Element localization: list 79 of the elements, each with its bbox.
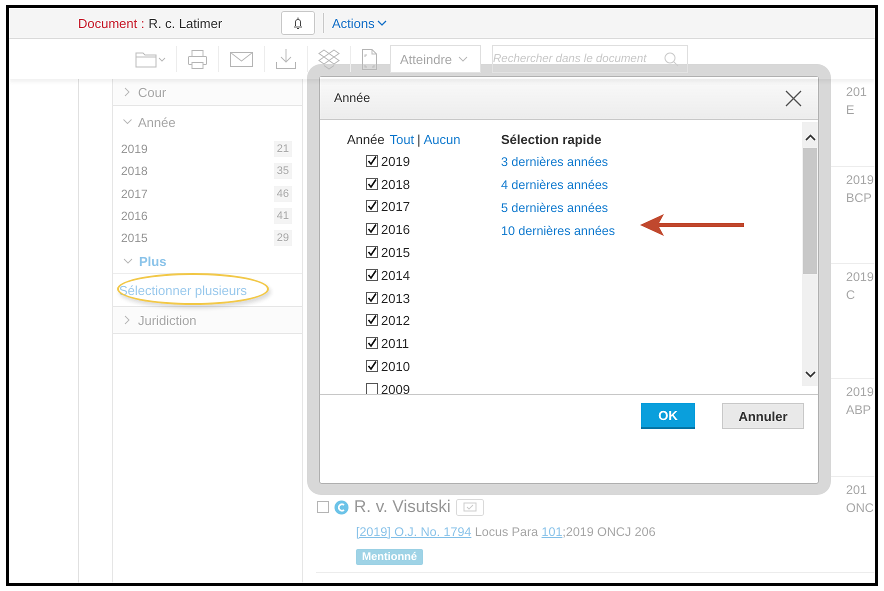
year-option: 2014 bbox=[381, 268, 410, 283]
checkbox[interactable] bbox=[366, 178, 379, 191]
more-toggle[interactable]: Plus bbox=[113, 249, 302, 274]
count-badge: 29 bbox=[274, 230, 292, 246]
checkbox[interactable] bbox=[366, 246, 379, 260]
document-title: R. c. Latimer bbox=[148, 16, 222, 30]
result-title[interactable]: R. v. Visutski bbox=[354, 497, 451, 517]
citation-text: [2019] O.J. No. 1794 Locus Para 101;2019 ONCJ 206 bbox=[356, 525, 657, 539]
chevron-up-icon bbox=[804, 134, 816, 142]
year-option: 2016 bbox=[381, 222, 410, 238]
year-filter-item[interactable]: 2015 29 bbox=[113, 227, 302, 250]
goto-dropdown[interactable]: Atteindre bbox=[390, 45, 481, 73]
quick-select-link[interactable]: 10 dernières années bbox=[501, 224, 615, 238]
quick-select-link[interactable]: 5 dernières années bbox=[501, 200, 608, 214]
result-meta: 201 bbox=[846, 482, 868, 499]
year-filter-item[interactable]: 2016 41 bbox=[113, 204, 302, 228]
count-badge: 35 bbox=[274, 163, 292, 180]
year-filter-item[interactable]: 2019 21 bbox=[113, 138, 302, 160]
result-meta: 2019 bbox=[846, 269, 874, 286]
year-option: 2011 bbox=[381, 336, 409, 352]
select-multiple-link[interactable]: Sélectionner plusieurs bbox=[119, 282, 247, 298]
result-meta: ABP bbox=[846, 402, 872, 419]
result-meta: E bbox=[846, 102, 856, 119]
year-option: 2012 bbox=[381, 313, 410, 328]
checkbox[interactable] bbox=[366, 154, 379, 168]
chevron-down-icon bbox=[123, 257, 133, 266]
select-all-link[interactable]: Tout bbox=[390, 132, 414, 146]
filter-section-header[interactable]: Cour bbox=[113, 79, 302, 105]
document-label: Document : bbox=[78, 16, 144, 30]
result-meta: 2019 bbox=[846, 172, 874, 189]
dialog-title: Année bbox=[334, 91, 370, 105]
year-label: Année bbox=[347, 132, 385, 146]
result-meta: ONC bbox=[846, 500, 874, 517]
status-icon bbox=[334, 500, 349, 514]
result-meta: BCP bbox=[846, 190, 873, 207]
citation-link[interactable]: 101 bbox=[542, 525, 562, 539]
filter-section-header[interactable]: Juridiction bbox=[113, 307, 302, 334]
checkbox[interactable] bbox=[366, 268, 379, 282]
checkbox[interactable] bbox=[317, 501, 329, 513]
year-filter-item[interactable]: 2018 35 bbox=[113, 160, 302, 183]
bell-icon bbox=[291, 16, 305, 30]
checkbox[interactable] bbox=[366, 382, 379, 394]
checkbox[interactable] bbox=[366, 200, 379, 214]
count-badge: 46 bbox=[274, 186, 292, 202]
quick-select-link[interactable]: 4 dernières années bbox=[501, 178, 608, 192]
checkbox[interactable] bbox=[366, 292, 379, 305]
chevron-down-icon bbox=[804, 370, 816, 378]
checkbox[interactable] bbox=[366, 337, 379, 350]
year-option: 2009 bbox=[381, 382, 410, 394]
result-meta: 2019 bbox=[846, 384, 874, 401]
citation-link[interactable]: [2019] O.J. No. 1794 bbox=[356, 525, 472, 539]
year-option: 2015 bbox=[381, 245, 410, 260]
select-none-link[interactable]: Aucun bbox=[424, 132, 460, 146]
count-badge: 21 bbox=[274, 141, 292, 158]
cancel-button[interactable]: Annuler bbox=[722, 403, 804, 429]
checkbox[interactable] bbox=[366, 360, 379, 374]
scrollbar[interactable] bbox=[802, 122, 818, 386]
year-option: 2013 bbox=[381, 290, 410, 306]
result-meta: 201 bbox=[846, 84, 867, 101]
separator: | bbox=[417, 132, 421, 146]
result-meta: C bbox=[846, 287, 856, 304]
close-button[interactable] bbox=[785, 90, 802, 106]
actions-menu[interactable]: Actions bbox=[332, 16, 387, 30]
quick-select-link[interactable]: 3 dernières années bbox=[501, 154, 608, 168]
close-icon bbox=[785, 90, 802, 106]
year-option: 2018 bbox=[381, 176, 410, 192]
checkbox[interactable] bbox=[366, 314, 379, 328]
checkbox[interactable] bbox=[366, 223, 379, 236]
ok-button[interactable]: OK bbox=[641, 403, 695, 429]
notification-button[interactable] bbox=[281, 11, 315, 35]
chevron-down-icon bbox=[376, 19, 387, 27]
year-option: 2019 bbox=[381, 154, 410, 169]
chevron-down-icon bbox=[458, 56, 468, 62]
year-option: 2017 bbox=[381, 199, 410, 214]
quick-select-heading: Sélection rapide bbox=[501, 130, 602, 149]
year-filter-item[interactable]: 2017 46 bbox=[113, 182, 302, 205]
year-option: 2010 bbox=[381, 359, 410, 374]
count-badge: 41 bbox=[274, 208, 292, 224]
status-tag: Mentionné bbox=[356, 549, 423, 565]
